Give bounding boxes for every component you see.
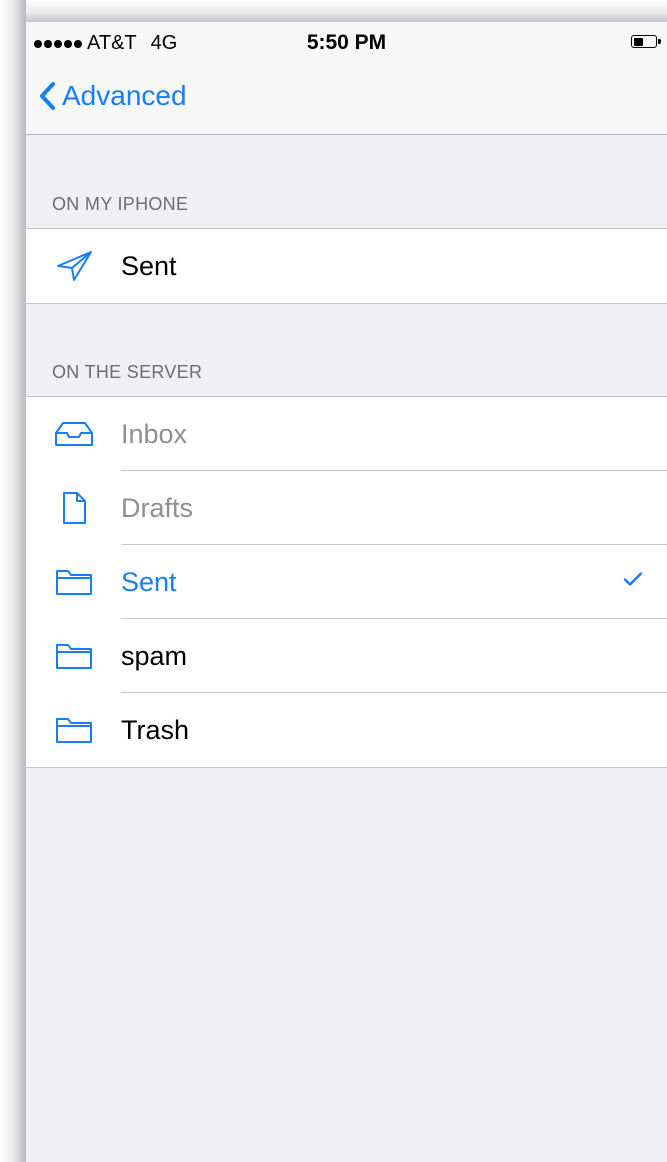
mailbox-label: spam — [121, 640, 188, 671]
document-icon — [52, 491, 96, 525]
mailbox-row-local-sent[interactable]: Sent — [26, 229, 667, 303]
folder-icon — [52, 639, 96, 673]
screenshot-frame: AT&T 4G 5:50 PM Advanced ON MY IPHONE Se… — [0, 0, 667, 1162]
mailbox-row-drafts[interactable]: Drafts — [26, 471, 667, 545]
mailbox-label: Inbox — [121, 418, 188, 449]
folder-icon — [52, 565, 96, 599]
frame-shadow-top — [0, 0, 667, 22]
mailbox-row-spam[interactable]: spam — [26, 619, 667, 693]
section-header-on-my-iphone: ON MY IPHONE — [52, 194, 189, 214]
paper-plane-icon — [52, 249, 96, 283]
mailbox-row-sent[interactable]: Sent — [26, 545, 667, 619]
inbox-tray-icon — [52, 417, 96, 451]
mailbox-label: Trash — [121, 714, 190, 745]
folder-icon — [52, 713, 96, 747]
back-button-label: Advanced — [62, 80, 187, 111]
frame-shadow-left — [0, 0, 26, 1162]
checkmark-icon — [623, 572, 643, 593]
on-my-iphone-group: Sent — [26, 228, 667, 304]
navigation-bar: Advanced — [26, 66, 667, 135]
status-time: 5:50 PM — [306, 31, 387, 54]
status-bar: AT&T 4G 5:50 PM — [26, 22, 667, 66]
back-button[interactable]: Advanced — [38, 80, 187, 112]
mailbox-label: Drafts — [121, 492, 194, 523]
battery-level — [633, 37, 643, 46]
section-header-on-the-server: ON THE SERVER — [52, 362, 203, 382]
battery-icon — [631, 35, 661, 48]
mailbox-row-trash[interactable]: Trash — [26, 693, 667, 767]
mailbox-row-inbox[interactable]: Inbox — [26, 397, 667, 471]
mailbox-label: Sent — [121, 566, 177, 597]
chevron-left-icon — [40, 82, 55, 110]
phone-screen: AT&T 4G 5:50 PM Advanced ON MY IPHONE Se… — [26, 22, 667, 1162]
mailbox-label: Sent — [121, 250, 177, 281]
on-the-server-group: Inbox Drafts Sent spam Trash — [26, 396, 667, 768]
